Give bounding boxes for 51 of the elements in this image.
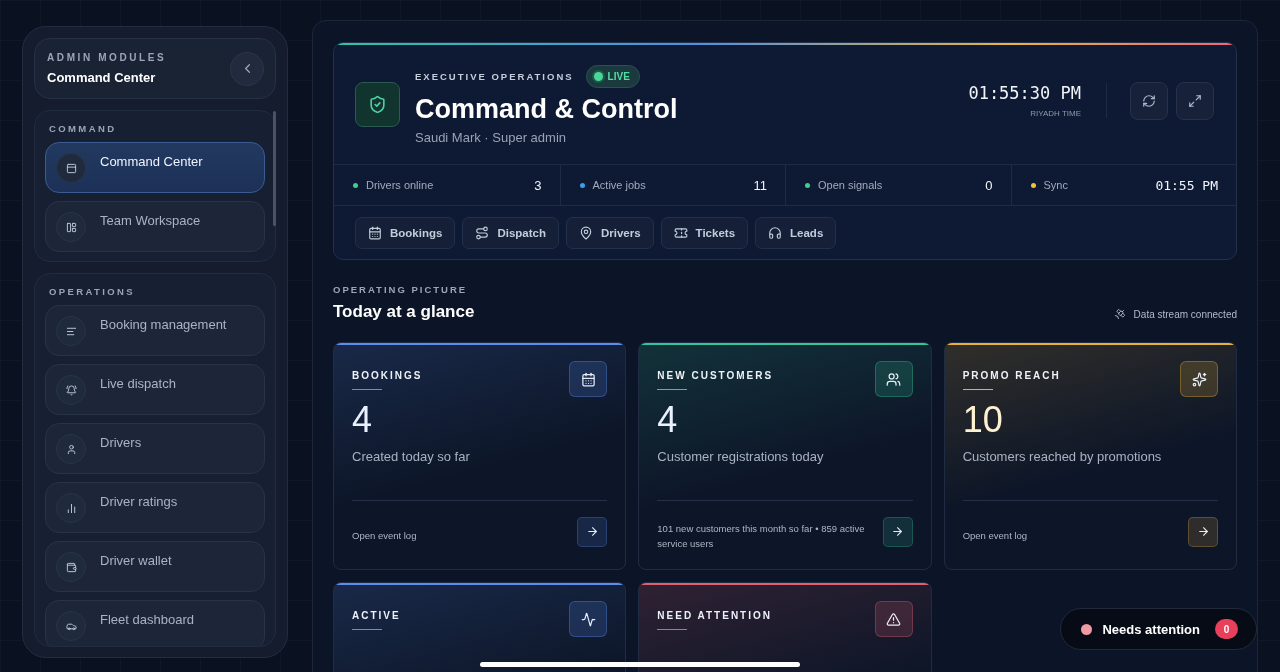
nav-item[interactable]: Fleet dashboard xyxy=(45,600,265,646)
nav-item[interactable]: Booking management xyxy=(45,305,265,356)
card-value: 10 xyxy=(962,399,1004,441)
quick-link-button[interactable]: Dispatch xyxy=(462,216,559,249)
section-title: OPERATIONS xyxy=(48,285,137,297)
stat-label: Sync xyxy=(1043,179,1069,191)
card-label: BOOKINGS xyxy=(352,370,423,381)
card-caption: Customer registrations today xyxy=(657,449,825,464)
stat-label: Open signals xyxy=(818,179,884,191)
attention-pill[interactable]: Needs attention 0 xyxy=(1060,608,1257,650)
card-label: NEW CUSTOMERS xyxy=(657,370,774,381)
nav-item[interactable]: Driver wallet xyxy=(45,541,265,592)
stream-status: Data stream connected xyxy=(1133,308,1237,320)
clock: 01:55:30 PM xyxy=(968,83,1081,103)
section-title: COMMAND xyxy=(48,122,118,134)
nav-item[interactable]: Driver ratings xyxy=(45,482,265,533)
card-value: 4 xyxy=(657,399,679,441)
hero-eyebrow: EXECUTIVE OPERATIONS xyxy=(415,70,574,82)
stat-label: Drivers online xyxy=(366,179,435,191)
stat-value: 11 xyxy=(753,177,767,193)
sidebar-title: Command Center xyxy=(47,70,157,85)
card-label: ACTIVE xyxy=(352,610,401,621)
stat-value: 0 xyxy=(985,177,993,193)
stat-value: 3 xyxy=(534,177,542,193)
nav-item[interactable]: Live dispatch xyxy=(45,364,265,415)
clock-label: RIYADH TIME xyxy=(1030,109,1081,118)
quick-link-button[interactable]: Drivers xyxy=(565,216,654,249)
section-title: Today at a glance xyxy=(333,302,475,322)
card-label: NEED ATTENTION xyxy=(657,610,772,621)
card-value: 4 xyxy=(352,399,374,441)
card-footer-text: 101 new customers this month so far • 859 active service users xyxy=(657,521,866,551)
quick-link-button[interactable]: Bookings xyxy=(355,216,456,249)
sidebar-eyebrow: ADMIN MODULES xyxy=(47,52,167,63)
nav-item[interactable]: Drivers xyxy=(45,423,265,474)
nav-item[interactable]: Team Workspace xyxy=(45,201,265,252)
live-badge: LIVE xyxy=(585,64,640,88)
attention-label: Needs attention xyxy=(1102,621,1200,637)
stat-label: Active jobs xyxy=(592,179,647,191)
stat-value: 01:55 PM xyxy=(1155,177,1218,193)
card-label: PROMO REACH xyxy=(962,370,1061,381)
card-caption: Created today so far xyxy=(352,449,471,464)
nav-item[interactable]: Command Center xyxy=(45,142,265,193)
page-title: Command & Control xyxy=(415,93,679,125)
section-eyebrow: OPERATING PICTURE xyxy=(333,284,469,295)
card-footer-text: Open event log xyxy=(962,529,1028,543)
card-footer-text: Open event log xyxy=(352,529,417,543)
quick-link-button[interactable]: Leads xyxy=(755,216,837,249)
quick-link-button[interactable]: Tickets xyxy=(660,216,749,249)
attention-count: 0 xyxy=(1215,619,1238,639)
page-subtitle: Saudi Mark · Super admin xyxy=(415,129,567,145)
card-caption: Customers reached by promotions xyxy=(962,449,1163,464)
